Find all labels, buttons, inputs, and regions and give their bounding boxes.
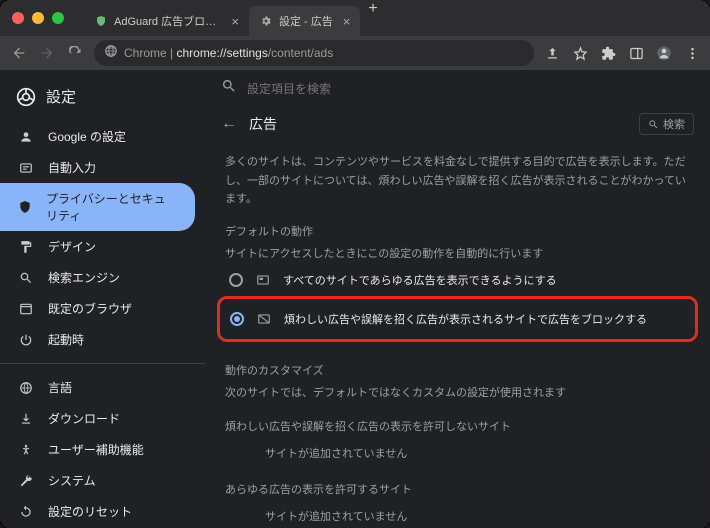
custom-title: 動作のカスタマイズ xyxy=(225,362,690,378)
wrench-icon xyxy=(18,473,34,489)
address-bar[interactable]: Chrome | chrome://settings/content/ads xyxy=(94,40,534,66)
shield-icon xyxy=(18,199,32,215)
sidebar-item-label: 言語 xyxy=(48,379,72,396)
person-icon xyxy=(18,129,34,145)
radio-checked[interactable] xyxy=(230,312,244,326)
sidebar-item-power[interactable]: 起動時 xyxy=(0,324,195,355)
allow-list-empty: サイトが追加されていません xyxy=(225,500,690,528)
paint-icon xyxy=(18,239,34,255)
sidebar-item-reset[interactable]: 設定のリセット xyxy=(0,496,195,527)
adguard-icon xyxy=(94,14,108,28)
sidebar-item-autofill[interactable]: 自動入力 xyxy=(0,152,195,183)
settings-title: 設定 xyxy=(46,86,76,107)
option-block-label: 煩わしい広告や誤解を招く広告が表示されるサイトで広告をブロックする xyxy=(284,311,647,327)
page-search[interactable]: 検索 xyxy=(639,113,694,135)
sidebar-item-label: デザイン xyxy=(48,238,96,255)
menu-icon[interactable] xyxy=(684,45,700,61)
new-tab-button[interactable]: + xyxy=(360,0,385,36)
power-icon xyxy=(18,332,34,348)
tab-strip: AdGuard 広告ブロッカー - Chro × 設定 - 広告 × + xyxy=(84,0,698,36)
sidebar-item-browser[interactable]: 既定のブラウザ xyxy=(0,293,195,324)
tab-settings[interactable]: 設定 - 広告 × xyxy=(249,6,360,36)
sidebar-item-label: 検索エンジン xyxy=(48,269,120,286)
sidebar-item-label: 起動時 xyxy=(48,331,84,348)
sidebar-item-search[interactable]: 検索エンジン xyxy=(0,262,195,293)
traffic-lights xyxy=(12,12,64,24)
settings-sidebar: 設定 Google の設定自動入力プライバシーとセキュリティデザイン検索エンジン… xyxy=(0,70,205,528)
sidebar-item-label: 設定のリセット xyxy=(48,503,132,520)
back-button[interactable] xyxy=(10,44,28,62)
settings-header: 設定 xyxy=(0,80,205,121)
settings-main: ← 広告 検索 多くのサイトは、コンテンツやサービスを料金なしで提供する目的で広… xyxy=(205,70,710,528)
search-row xyxy=(205,70,710,107)
a11y-icon xyxy=(18,442,34,458)
option-allow-all[interactable]: すべてのサイトであらゆる広告を表示できるようにする xyxy=(225,264,690,296)
reset-icon xyxy=(18,504,34,520)
sidebar-item-label: システム xyxy=(48,472,96,489)
block-list-title: 煩わしい広告や誤解を招く広告の表示を許可しないサイト xyxy=(225,418,690,437)
highlighted-option: 煩わしい広告や誤解を招く広告が表示されるサイトで広告をブロックする xyxy=(217,296,698,342)
intro-text: 多くのサイトは、コンテンツやサービスを料金なしで提供する目的で広告を表示します。… xyxy=(225,153,690,209)
option-block-intrusive[interactable]: 煩わしい広告や誤解を招く広告が表示されるサイトで広告をブロックする xyxy=(226,303,689,335)
tab-label: AdGuard 広告ブロッカー - Chro xyxy=(114,13,221,29)
forward-button[interactable] xyxy=(38,44,56,62)
window-titlebar: AdGuard 広告ブロッカー - Chro × 設定 - 広告 × + xyxy=(0,0,710,36)
reload-button[interactable] xyxy=(66,44,84,62)
share-icon[interactable] xyxy=(544,45,560,61)
ads-icon xyxy=(255,272,271,288)
sidebar-item-label: 既定のブラウザ xyxy=(48,300,132,317)
close-tab-icon[interactable]: × xyxy=(231,14,239,29)
profile-icon[interactable] xyxy=(656,45,672,61)
sidebar-item-download[interactable]: ダウンロード xyxy=(0,403,195,434)
sidebar-item-label: ユーザー補助機能 xyxy=(48,441,144,458)
download-icon xyxy=(18,411,34,427)
page-title: 広告 xyxy=(249,114,627,134)
default-behavior-title: デフォルトの動作 xyxy=(225,223,690,239)
autofill-icon xyxy=(18,160,34,176)
radio-unchecked[interactable] xyxy=(229,273,243,287)
close-window[interactable] xyxy=(12,12,24,24)
sidebar-item-label: 自動入力 xyxy=(48,159,96,176)
chrome-logo-icon xyxy=(16,87,36,107)
sidebar-item-label: Google の設定 xyxy=(48,128,126,145)
minimize-window[interactable] xyxy=(32,12,44,24)
custom-desc: 次のサイトでは、デフォルトではなくカスタムの設定が使用されます xyxy=(225,384,690,403)
default-behavior-desc: サイトにアクセスしたときにこの設定の動作を自動的に行います xyxy=(225,245,690,264)
tab-label: 設定 - 広告 xyxy=(279,13,333,29)
maximize-window[interactable] xyxy=(52,12,64,24)
sidebar-item-wrench[interactable]: システム xyxy=(0,465,195,496)
sidebar-item-globe[interactable]: 言語 xyxy=(0,372,195,403)
allow-list-title: あらゆる広告の表示を許可するサイト xyxy=(225,481,690,500)
sidebar-item-a11y[interactable]: ユーザー補助機能 xyxy=(0,434,195,465)
sidebar-item-shield[interactable]: プライバシーとセキュリティ xyxy=(0,183,195,231)
tab-adguard[interactable]: AdGuard 広告ブロッカー - Chro × xyxy=(84,6,249,36)
sidebar-item-label: ダウンロード xyxy=(48,410,120,427)
bookmark-icon[interactable] xyxy=(572,45,588,61)
back-arrow-button[interactable]: ← xyxy=(221,115,237,133)
panel-icon[interactable] xyxy=(628,45,644,61)
site-info-icon[interactable] xyxy=(104,44,118,63)
browser-toolbar: Chrome | chrome://settings/content/ads xyxy=(0,36,710,70)
sidebar-item-paint[interactable]: デザイン xyxy=(0,231,195,262)
sidebar-divider xyxy=(0,363,205,364)
sidebar-item-person[interactable]: Google の設定 xyxy=(0,121,195,152)
block-list-empty: サイトが追加されていません xyxy=(225,437,690,469)
gear-icon xyxy=(259,14,273,28)
close-tab-icon[interactable]: × xyxy=(343,14,351,29)
settings-search-input[interactable] xyxy=(247,82,694,96)
search-icon xyxy=(221,78,237,99)
search-icon xyxy=(18,270,34,286)
url-text: Chrome | chrome://settings/content/ads xyxy=(124,46,333,60)
ads-blocked-icon xyxy=(256,311,272,327)
sidebar-item-label: プライバシーとセキュリティ xyxy=(46,190,177,224)
browser-icon xyxy=(18,301,34,317)
globe-icon xyxy=(18,380,34,396)
option-allow-label: すべてのサイトであらゆる広告を表示できるようにする xyxy=(283,272,557,288)
extensions-icon[interactable] xyxy=(600,45,616,61)
